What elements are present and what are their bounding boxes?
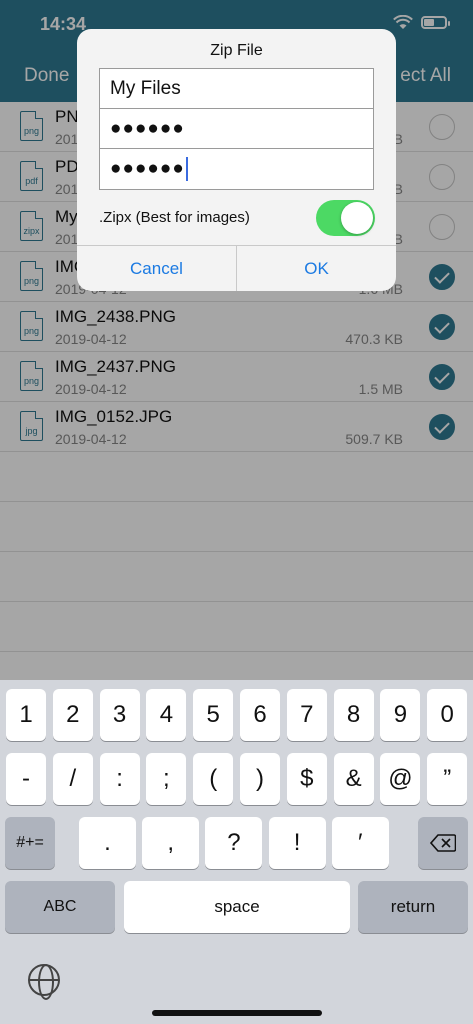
key[interactable]: 3: [99, 689, 140, 741]
key[interactable]: 7: [286, 689, 327, 741]
zipx-toggle[interactable]: [316, 200, 375, 236]
backspace-key[interactable]: [418, 817, 468, 869]
key[interactable]: ?: [205, 817, 263, 869]
key[interactable]: ): [240, 753, 280, 805]
cancel-button[interactable]: Cancel: [77, 246, 236, 291]
key[interactable]: .: [79, 817, 136, 869]
abc-key[interactable]: ABC: [5, 881, 115, 933]
text-cursor: [185, 157, 188, 181]
key[interactable]: -: [6, 753, 46, 805]
globe-icon[interactable]: [28, 964, 60, 1000]
toggle-knob: [341, 202, 373, 234]
return-key[interactable]: return: [358, 881, 468, 933]
key[interactable]: 0: [427, 689, 468, 741]
key[interactable]: 5: [193, 689, 234, 741]
confirm-password-field[interactable]: ●●●●●●: [100, 149, 373, 189]
key[interactable]: ,: [142, 817, 200, 869]
filename-field[interactable]: My Files: [100, 69, 373, 109]
key[interactable]: ;: [146, 753, 187, 805]
key[interactable]: 9: [380, 689, 421, 741]
key[interactable]: /: [52, 753, 93, 805]
password-field[interactable]: ●●●●●●: [100, 109, 373, 149]
space-key[interactable]: space: [124, 881, 350, 933]
dialog-fields: My Files ●●●●●● ●●●●●●: [99, 68, 374, 190]
filename-value: My Files: [110, 77, 181, 99]
key[interactable]: @: [380, 753, 421, 805]
backspace-icon: [430, 834, 456, 852]
key[interactable]: ”: [427, 753, 468, 805]
zipx-label: .Zipx (Best for images): [99, 209, 250, 226]
key[interactable]: :: [99, 753, 140, 805]
password-value: ●●●●●●: [110, 117, 185, 139]
home-indicator: [152, 1010, 322, 1016]
ok-button[interactable]: OK: [236, 246, 396, 291]
confirm-password-value: ●●●●●●: [110, 158, 185, 179]
key[interactable]: &: [333, 753, 374, 805]
key[interactable]: (: [193, 753, 234, 805]
key[interactable]: !: [268, 817, 326, 869]
key[interactable]: 8: [333, 689, 374, 741]
symbols-key[interactable]: #+=: [5, 817, 55, 869]
dialog-buttons: Cancel OK: [77, 245, 396, 291]
key[interactable]: 4: [146, 689, 187, 741]
key[interactable]: ′: [331, 817, 389, 869]
zip-file-dialog: Zip File My Files ●●●●●● ●●●●●● .Zipx (B…: [77, 29, 396, 291]
key[interactable]: $: [286, 753, 327, 805]
key[interactable]: 6: [240, 689, 280, 741]
key[interactable]: 1: [6, 689, 46, 741]
numeric-keyboard: #+= ABC space return 1 2 3 4 5 6 7 8 9 0 - /:;() $ & @…: [0, 680, 473, 1024]
dialog-title: Zip File: [210, 42, 263, 59]
key[interactable]: 2: [52, 689, 93, 741]
